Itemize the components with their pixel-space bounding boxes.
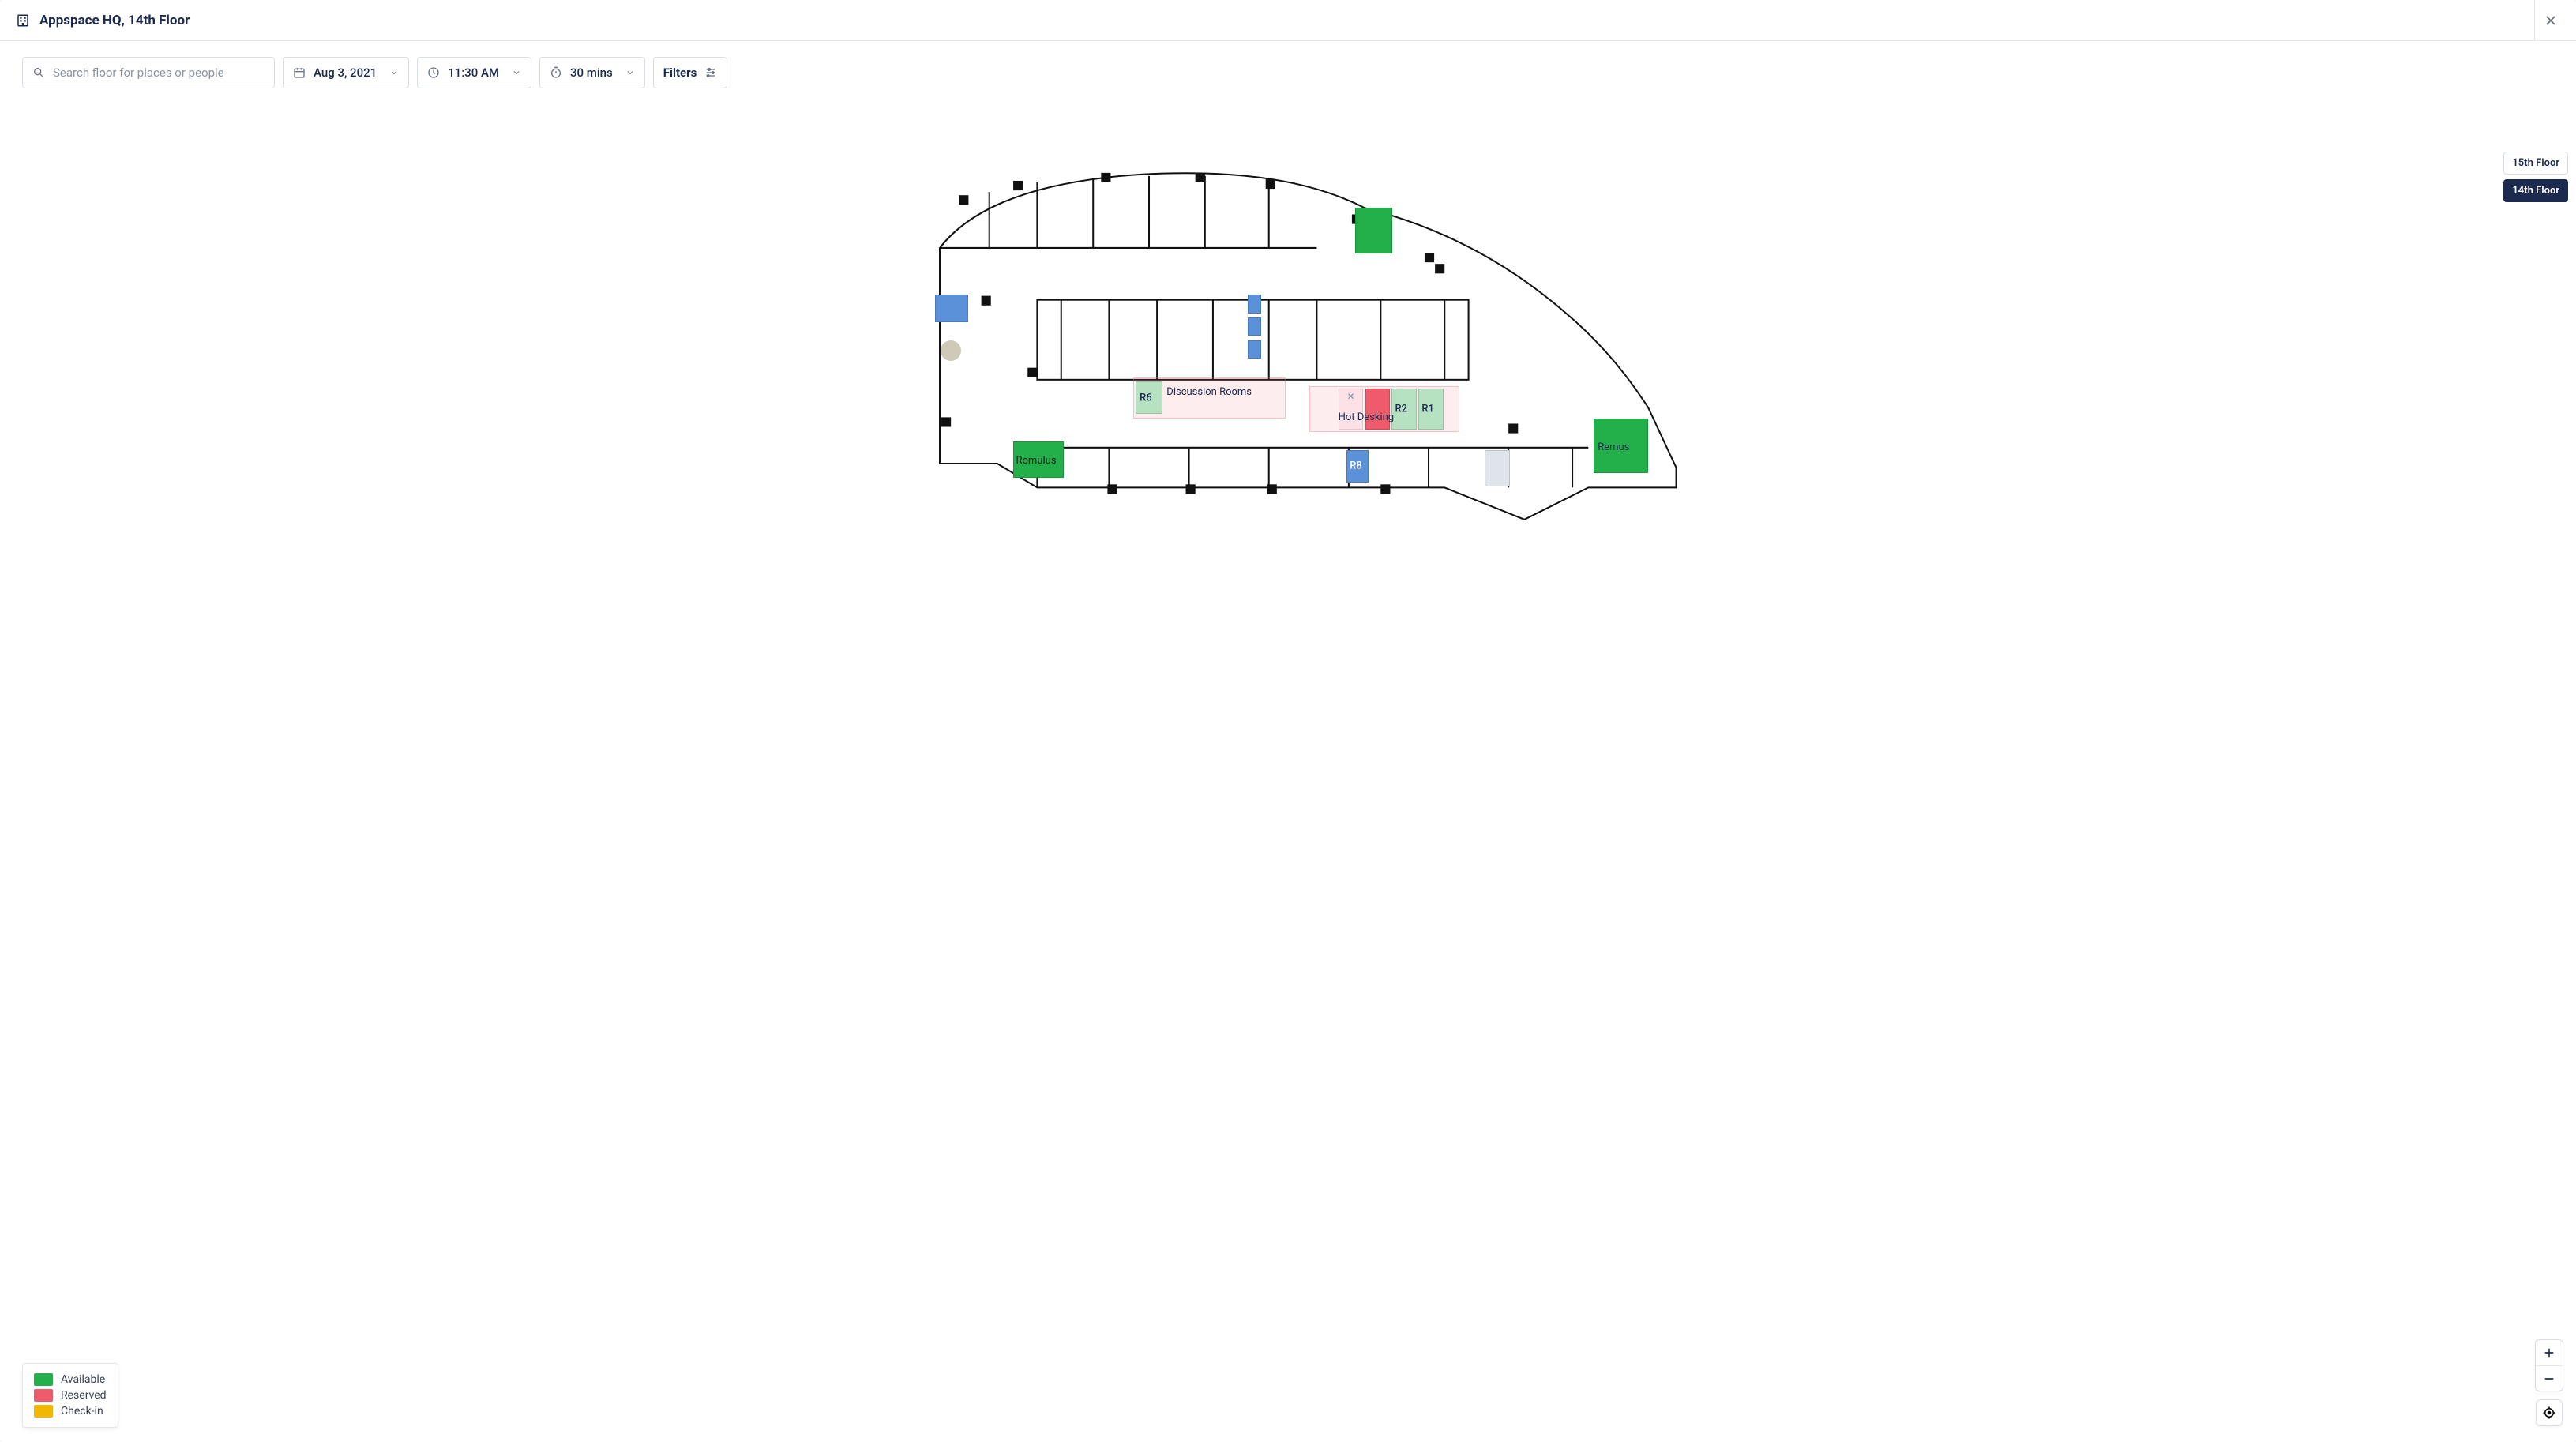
floor-option-14[interactable]: 14th Floor (2503, 179, 2568, 202)
zone-blue-mid-1[interactable] (1248, 295, 1261, 313)
sliders-icon (704, 66, 717, 79)
close-button[interactable] (2540, 9, 2562, 32)
room-upper-green[interactable] (1355, 208, 1393, 253)
room-r8-label: R8 (1350, 460, 1362, 472)
discussion-rooms-label: Discussion Rooms (1166, 386, 1252, 398)
floor-option-15[interactable]: 15th Floor (2503, 152, 2568, 175)
room-remus-label: Remus (1598, 441, 1629, 453)
legend-label-checkin: Check-in (61, 1405, 103, 1418)
zone-blue-mid-3[interactable] (1248, 340, 1261, 359)
header-bar: Appspace HQ, 14th Floor (0, 0, 2576, 41)
desk-reserved[interactable] (1365, 389, 1391, 430)
zoom-in-button[interactable] (2536, 1340, 2563, 1365)
timer-icon (550, 66, 562, 79)
header-divider (2534, 0, 2535, 40)
crosshair-icon (2542, 1406, 2556, 1420)
search-icon (32, 66, 45, 79)
zone-blue-mid-2[interactable] (1248, 317, 1261, 336)
canvas: 15th Floor 14th Floor (0, 96, 2576, 1442)
floor-selector: 15th Floor 14th Floor (2503, 152, 2568, 202)
floorplan-outline (869, 112, 1707, 569)
search-field[interactable] (22, 57, 275, 88)
zone-blue-left[interactable] (935, 295, 968, 322)
filters-button[interactable]: Filters (653, 57, 728, 88)
desk-unavailable[interactable]: ✕ (1339, 389, 1364, 430)
time-value: 11:30 AM (448, 66, 499, 80)
room-r1[interactable]: R1 (1418, 389, 1444, 430)
room-r2[interactable]: R2 (1391, 389, 1417, 430)
room-r6-label: R6 (1140, 392, 1152, 404)
legend-item-checkin: Check-in (34, 1403, 107, 1419)
calendar-icon (293, 66, 306, 79)
x-icon: ✕ (1346, 391, 1354, 402)
legend-label-reserved: Reserved (61, 1389, 107, 1402)
swatch-checkin (34, 1405, 53, 1418)
legend-label-available: Available (61, 1373, 105, 1386)
search-input[interactable] (53, 66, 265, 80)
room-r6[interactable]: R6 (1136, 381, 1162, 413)
duration-value: 30 mins (570, 66, 613, 80)
plus-icon (2543, 1346, 2555, 1359)
zoom-out-button[interactable] (2536, 1365, 2563, 1391)
swatch-reserved (34, 1389, 53, 1402)
legend-item-available: Available (34, 1372, 107, 1388)
zoom-group (2535, 1339, 2563, 1391)
legend-item-reserved: Reserved (34, 1388, 107, 1403)
date-value: Aug 3, 2021 (314, 66, 377, 80)
clock-icon (427, 66, 440, 79)
legend: Available Reserved Check-in (22, 1363, 118, 1428)
building-icon (16, 13, 30, 28)
swatch-available (34, 1373, 53, 1386)
chevron-down-icon (512, 68, 521, 77)
room-r2-label: R2 (1395, 404, 1407, 415)
app-root: Appspace HQ, 14th Floor Aug 3, 2021 (0, 0, 2576, 1442)
room-r1-label: R1 (1421, 404, 1434, 415)
date-picker[interactable]: Aug 3, 2021 (283, 57, 409, 88)
room-romulus-label: Romulus (1016, 455, 1057, 467)
zoom-controls (2535, 1339, 2563, 1426)
zone-grey[interactable] (1485, 450, 1510, 486)
minus-icon (2543, 1373, 2555, 1385)
time-picker[interactable]: 11:30 AM (417, 57, 531, 88)
chevron-down-icon (625, 68, 635, 77)
duration-picker[interactable]: 30 mins (539, 57, 645, 88)
room-r8[interactable]: R8 (1346, 450, 1369, 482)
toolbar: Aug 3, 2021 11:30 AM 30 mins Filte (0, 41, 2576, 96)
filters-label: Filters (663, 66, 697, 80)
floor-map[interactable]: R6 Discussion Rooms ✕ R2 R1 Hot Desking … (869, 112, 1707, 569)
hot-desking-label: Hot Desking (1339, 411, 1395, 423)
chevron-down-icon (389, 68, 399, 77)
close-icon (2544, 13, 2558, 28)
locate-button[interactable] (2536, 1399, 2563, 1426)
page-title: Appspace HQ, 14th Floor (39, 13, 190, 28)
